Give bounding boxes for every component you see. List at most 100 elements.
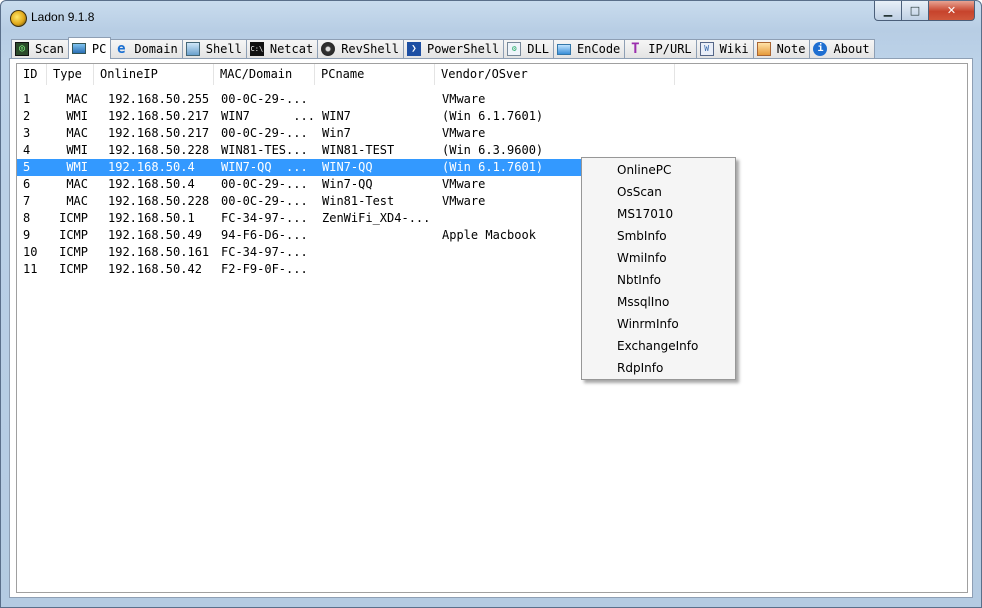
cell-ip: 192.168.50.4 <box>108 160 195 174</box>
cell-id: 3 <box>23 126 31 140</box>
column-header-vendor-osver[interactable]: Vendor/OSver <box>435 64 675 85</box>
cell-id: 10 <box>23 245 38 259</box>
table-row[interactable]: 3 MAC 192.168.50.217 00-0C-29-... Win7 VMware <box>17 125 675 142</box>
table-row[interactable]: 7 MAC 192.168.50.228 00-0C-29-... Win81-Test… <box>17 193 675 210</box>
cell-pcname: WIN7 <box>322 109 351 123</box>
table-row[interactable]: 1 MAC 192.168.50.255 00-0C-29-... VMware <box>17 91 675 108</box>
table-row[interactable]: 8 ICMP 192.168.50.1 FC-34-97-... ZenWiFi_XD4… <box>17 210 675 227</box>
column-header-onlineip[interactable]: OnlineIP <box>94 64 214 85</box>
cell-mac: FC-34-97-... <box>221 211 308 225</box>
dll-file-icon: ⚙ <box>507 42 522 56</box>
tab-encode[interactable]: EnCode <box>552 39 626 58</box>
cell-id: 9 <box>23 228 31 242</box>
results-listview[interactable]: ID Type OnlineIP MAC/Domain PCname Vendo… <box>16 63 968 593</box>
tab-shell[interactable]: Shell <box>181 39 247 58</box>
tab-strip: ◎ Scan PC e Domain Shell C:\ Netcat RevS… <box>11 37 875 59</box>
table-row[interactable]: 9 ICMP 192.168.50.49 94-F6-D6-... Apple Macb… <box>17 227 675 244</box>
text-t-icon: T <box>631 41 640 57</box>
tab-note[interactable]: Note <box>752 39 811 58</box>
menu-item-ms17010[interactable]: MS17010 <box>584 203 733 225</box>
cell-type: WMI <box>66 160 88 174</box>
menu-item-onlinepc[interactable]: OnlinePC <box>584 159 733 181</box>
column-header-type[interactable]: Type <box>47 64 94 85</box>
menu-item-smbinfo[interactable]: SmbInfo <box>584 225 733 247</box>
tab-wiki[interactable]: W Wiki <box>695 39 754 58</box>
tab-content-pc: ID Type OnlineIP MAC/Domain PCname Vendo… <box>9 58 973 598</box>
cell-vendor: (Win 6.1.7601) <box>442 109 544 123</box>
menu-item-nbtinfo[interactable]: NbtInfo <box>584 269 733 291</box>
tab-about[interactable]: i About <box>809 39 875 58</box>
cell-ip: 192.168.50.1 <box>108 211 195 225</box>
tab-powershell[interactable]: ❯ PowerShell <box>403 39 505 58</box>
tab-pc[interactable]: PC <box>67 37 112 59</box>
tab-revshell[interactable]: RevShell <box>317 39 404 58</box>
cell-vendor: VMware <box>442 92 486 106</box>
table-row[interactable]: 10 ICMP 192.168.50.161 FC-34-97-... <box>17 244 675 261</box>
maximize-button[interactable]: □ <box>902 1 929 21</box>
cell-ip: 192.168.50.255 <box>108 92 210 106</box>
minimize-icon: ▁ <box>883 4 893 17</box>
cell-mac: FC-34-97-... <box>221 245 308 259</box>
cell-type: WMI <box>66 109 88 123</box>
webcam-icon <box>321 42 336 56</box>
tab-label: IP/URL <box>648 42 692 56</box>
tab-scan[interactable]: ◎ Scan <box>11 39 69 58</box>
cell-id: 11 <box>23 262 38 276</box>
note-icon <box>756 42 771 56</box>
cell-type: ICMP <box>59 211 88 225</box>
table-row[interactable]: 5 WMI 192.168.50.4 WIN7-QQ ... WIN7-QQ (Win 6… <box>17 159 675 176</box>
cell-mac: 00-0C-29-... <box>221 126 308 140</box>
info-icon: i <box>813 42 828 56</box>
table-row[interactable]: 2 WMI 192.168.50.217 WIN7 ... WIN7 (Win 6.1.7… <box>17 108 675 125</box>
cell-id: 5 <box>23 160 31 174</box>
cell-ip: 192.168.50.228 <box>108 194 210 208</box>
context-menu: OnlinePC OsScan MS17010 SmbInfo WmiInfo NbtIn… <box>581 157 736 380</box>
title-bar[interactable]: Ladon 9.1.8 ▁ □ ✕ <box>1 1 981 33</box>
window-controls: ▁ □ ✕ <box>874 1 975 21</box>
maximize-icon: □ <box>909 4 921 17</box>
cell-mac: 00-0C-29-... <box>221 92 308 106</box>
tab-label: Note <box>776 42 806 56</box>
column-header-mac-domain[interactable]: MAC/Domain <box>214 64 315 85</box>
cell-type: MAC <box>66 92 88 106</box>
menu-item-osscan[interactable]: OsScan <box>584 181 733 203</box>
close-button[interactable]: ✕ <box>929 1 975 21</box>
cell-mac: WIN7-QQ ... <box>221 160 308 174</box>
cell-ip: 192.168.50.161 <box>108 245 210 259</box>
menu-item-mssqlino[interactable]: MssqlIno <box>584 291 733 313</box>
cell-pcname: WIN7-QQ <box>322 160 373 174</box>
tab-domain[interactable]: e Domain <box>110 39 183 58</box>
tab-label: About <box>833 42 870 56</box>
menu-item-rdpinfo[interactable]: RdpInfo <box>584 357 733 379</box>
table-row[interactable]: 6 MAC 192.168.50.4 00-0C-29-... Win7-QQ VMwar… <box>17 176 675 193</box>
tab-ip-url[interactable]: T IP/URL <box>624 39 697 58</box>
menu-item-wmiinfo[interactable]: WmiInfo <box>584 247 733 269</box>
table-row[interactable]: 4 WMI 192.168.50.228 WIN81-TES... WIN81-TEST… <box>17 142 675 159</box>
terminal-icon: C:\ <box>249 42 264 56</box>
tab-dll[interactable]: ⚙ DLL <box>503 39 554 58</box>
tab-label: Netcat <box>269 42 314 56</box>
tab-label: Scan <box>35 42 64 56</box>
cell-mac: 00-0C-29-... <box>221 194 308 208</box>
cell-pcname: Win7-QQ <box>322 177 373 191</box>
cell-id: 6 <box>23 177 31 191</box>
cell-type: ICMP <box>59 228 88 242</box>
tab-label: Shell <box>205 42 242 56</box>
cell-vendor: VMware <box>442 126 486 140</box>
cell-ip: 192.168.50.49 <box>108 228 202 242</box>
cell-type: MAC <box>66 126 88 140</box>
cell-pcname <box>322 261 434 278</box>
tab-label: EnCode <box>576 42 621 56</box>
cell-id: 4 <box>23 143 31 157</box>
cell-ip: 192.168.50.228 <box>108 143 210 157</box>
table-row[interactable]: 11 ICMP 192.168.50.42 F2-F9-0F-... <box>17 261 675 278</box>
menu-item-winrminfo[interactable]: WinrmInfo <box>584 313 733 335</box>
column-header-id[interactable]: ID <box>17 64 47 85</box>
menu-item-exchangeinfo[interactable]: ExchangeInfo <box>584 335 733 357</box>
column-header-pcname[interactable]: PCname <box>315 64 435 85</box>
cell-pcname: WIN81-TEST <box>322 143 395 157</box>
tab-netcat[interactable]: C:\ Netcat <box>245 39 319 58</box>
cell-mac: 94-F6-D6-... <box>221 228 308 242</box>
cell-pcname <box>322 91 434 108</box>
minimize-button[interactable]: ▁ <box>874 1 902 21</box>
